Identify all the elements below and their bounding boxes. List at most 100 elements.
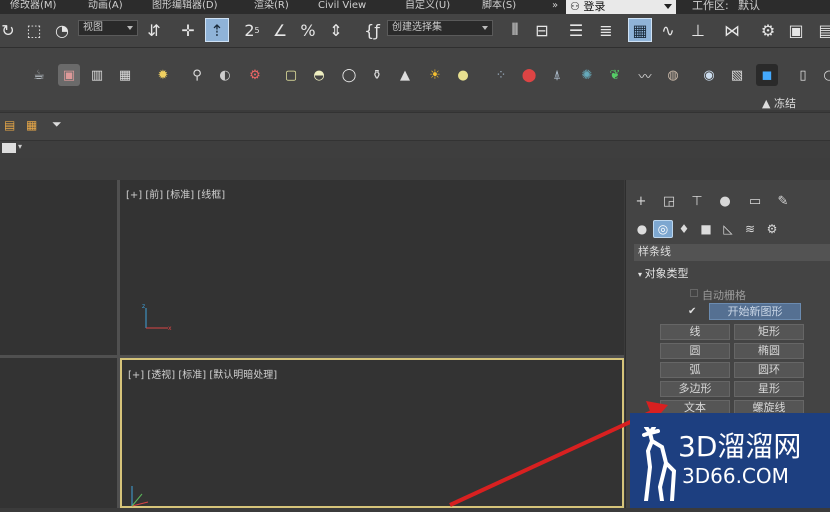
viewport-front-label[interactable]: [+] [前] [标准] [线框] (126, 186, 225, 201)
select-region-icon[interactable]: ⬚ (22, 18, 46, 42)
sphere-light-icon[interactable]: ● (452, 64, 474, 86)
utilities-tab-icon[interactable]: ✎ (772, 192, 794, 210)
render-icon[interactable]: ▤ (814, 18, 830, 42)
sun-icon[interactable]: ☀ (424, 64, 446, 86)
scene-explorer-icon[interactable]: ☰ (564, 18, 588, 42)
redo-icon[interactable]: ↻ (0, 18, 20, 42)
image-icon[interactable]: ▣ (58, 64, 80, 86)
named-selection-dropdown[interactable]: 创建选择集 (387, 20, 493, 36)
menu-modifiers[interactable]: 修改器(M) (10, 0, 56, 12)
camera-icon[interactable]: ⚲ (186, 64, 208, 86)
viewport-perspective-label[interactable]: [+] [透视] [标准] [默认明暗处理] (128, 366, 277, 381)
arc-button[interactable]: 弧 (660, 362, 730, 378)
space-warps-icon[interactable]: ≋ (740, 220, 760, 238)
modify-tab-icon[interactable]: ◲ (658, 192, 680, 210)
spinner-snap-icon[interactable]: ⇕ (324, 18, 348, 42)
light-icon[interactable]: ✹ (152, 64, 174, 86)
divider-band (0, 158, 830, 180)
lights-icon[interactable]: ♦ (674, 220, 694, 238)
vr-camera-icon[interactable]: ◼ (756, 64, 778, 86)
create-tab-icon[interactable]: + (630, 192, 652, 210)
document-icon[interactable]: ▥ (86, 64, 108, 86)
display-dropdown[interactable] (2, 143, 16, 153)
star-button[interactable]: 星形 (734, 381, 804, 397)
half-sphere-icon[interactable]: ◐ (214, 64, 236, 86)
mirror-icon[interactable]: ⫴ (503, 18, 527, 42)
dome-icon[interactable]: ◓ (308, 64, 330, 86)
schematic-view-icon[interactable]: ⋈ (720, 18, 744, 42)
cone-icon[interactable]: ▲ (394, 64, 416, 86)
rendered-frame-icon[interactable]: ▣ (784, 18, 808, 42)
gear-blue-icon[interactable]: ✺ (576, 64, 598, 86)
menu-animation[interactable]: 动画(A) (88, 0, 123, 12)
align-icon[interactable]: ⊟ (530, 18, 554, 42)
glass-sphere-icon[interactable]: ◉ (698, 64, 720, 86)
ellipse-button[interactable]: 椭圆 (734, 343, 804, 359)
freeze-label[interactable]: ▲ 冻结 (762, 95, 796, 111)
hair-fur-icon[interactable]: 〰 (634, 64, 656, 86)
cameras-icon[interactable]: ■ (696, 220, 716, 238)
systems-icon[interactable]: ⚙ (762, 220, 782, 238)
grid-table-icon[interactable]: ▦ (114, 64, 136, 86)
chevron-down-icon[interactable]: ▾ (18, 142, 22, 151)
film-camera-icon[interactable]: ⚙ (244, 64, 266, 86)
menu-rendering[interactable]: 渲染(R) (254, 0, 289, 12)
workspace-dropdown[interactable]: 默认 (738, 0, 760, 12)
donut-button[interactable]: 圆环 (734, 362, 804, 378)
menu-customize[interactable]: 自定义(U) (405, 0, 450, 12)
motion-tab-icon[interactable]: ● (714, 192, 736, 210)
geometry-icon[interactable]: ● (632, 220, 652, 238)
start-new-shape-checkbox[interactable]: ✔ (688, 306, 696, 317)
login-label: 登录 (583, 0, 606, 13)
menu-overflow-icon[interactable]: » (552, 0, 558, 12)
layer-explorer-icon[interactable]: ≣ (594, 18, 618, 42)
move-icon[interactable]: ✛ (176, 18, 200, 42)
select-and-link-icon[interactable]: ⇡ (205, 18, 229, 42)
texture-icon[interactable]: ◍ (662, 64, 684, 86)
angle-snap-icon[interactable]: ∠ (268, 18, 292, 42)
circle-button[interactable]: 圆 (660, 343, 730, 359)
start-new-shape-button[interactable]: 开始新图形 (709, 303, 801, 320)
edit-file-icon[interactable]: ▦ (26, 118, 37, 132)
render-setup-icon[interactable]: ⚙ (756, 18, 780, 42)
helper-icon[interactable]: ⍋ (546, 64, 568, 86)
viewport-top-left[interactable] (0, 180, 117, 355)
menu-graph-editors[interactable]: 图形编辑器(D) (152, 0, 218, 12)
new-file-icon[interactable]: ▤ (4, 118, 15, 132)
reference-coordinate-dropdown[interactable]: 视图 (78, 20, 138, 36)
viewport-front[interactable]: [+] [前] [标准] [线框] z x (120, 180, 624, 355)
window-crossing-icon[interactable]: ◔ (50, 18, 74, 42)
helpers-icon[interactable]: ◺ (718, 220, 738, 238)
autogrid-checkbox[interactable] (690, 289, 698, 297)
curve-editor-icon[interactable]: ∿ (656, 18, 680, 42)
edit-named-selection-icon[interactable]: {ƒ (360, 18, 384, 42)
object-type-rollout[interactable]: ▾ 对象类型 (634, 266, 830, 282)
line-button[interactable]: 线 (660, 324, 730, 340)
snap-25-icon[interactable]: 25 (240, 18, 264, 42)
particles-icon[interactable]: ⁘ (490, 64, 512, 86)
dope-sheet-icon[interactable]: ⊥ (686, 18, 710, 42)
ring-icon[interactable]: ◯ (338, 64, 360, 86)
menu-civil-view[interactable]: Civil View (318, 0, 366, 12)
teapot-icon[interactable]: ☕ (28, 64, 50, 86)
menu-scripting[interactable]: 脚本(S) (482, 0, 516, 12)
render-element-icon[interactable]: ▧ (726, 64, 748, 86)
clipboard-icon[interactable]: ▯ (792, 64, 814, 86)
box-icon[interactable]: ▢ (280, 64, 302, 86)
circle-outline-icon[interactable]: ○ (818, 64, 830, 86)
display-tab-icon[interactable]: ▭ (744, 192, 766, 210)
viewport-bottom-left[interactable] (0, 358, 117, 508)
login-dropdown[interactable]: ⚇ 登录 (566, 0, 676, 14)
pivot-center-icon[interactable]: ⇵ (142, 18, 166, 42)
shapes-icon[interactable]: ◎ (653, 220, 673, 238)
hierarchy-tab-icon[interactable]: ⊤ (686, 192, 708, 210)
percent-snap-icon[interactable]: % (296, 18, 320, 42)
grass-icon[interactable]: ❦ (604, 64, 626, 86)
filter-icon[interactable]: ⏷ (52, 117, 62, 132)
ribbon-toggle-icon[interactable]: ▦ (628, 18, 652, 42)
rectangle-button[interactable]: 矩形 (734, 324, 804, 340)
category-dropdown[interactable]: 样条线 (634, 244, 830, 261)
chevron-down-icon (127, 26, 133, 30)
dynamics-icon[interactable]: ⬤ (518, 64, 540, 86)
pot-icon[interactable]: ⚱ (366, 64, 388, 86)
